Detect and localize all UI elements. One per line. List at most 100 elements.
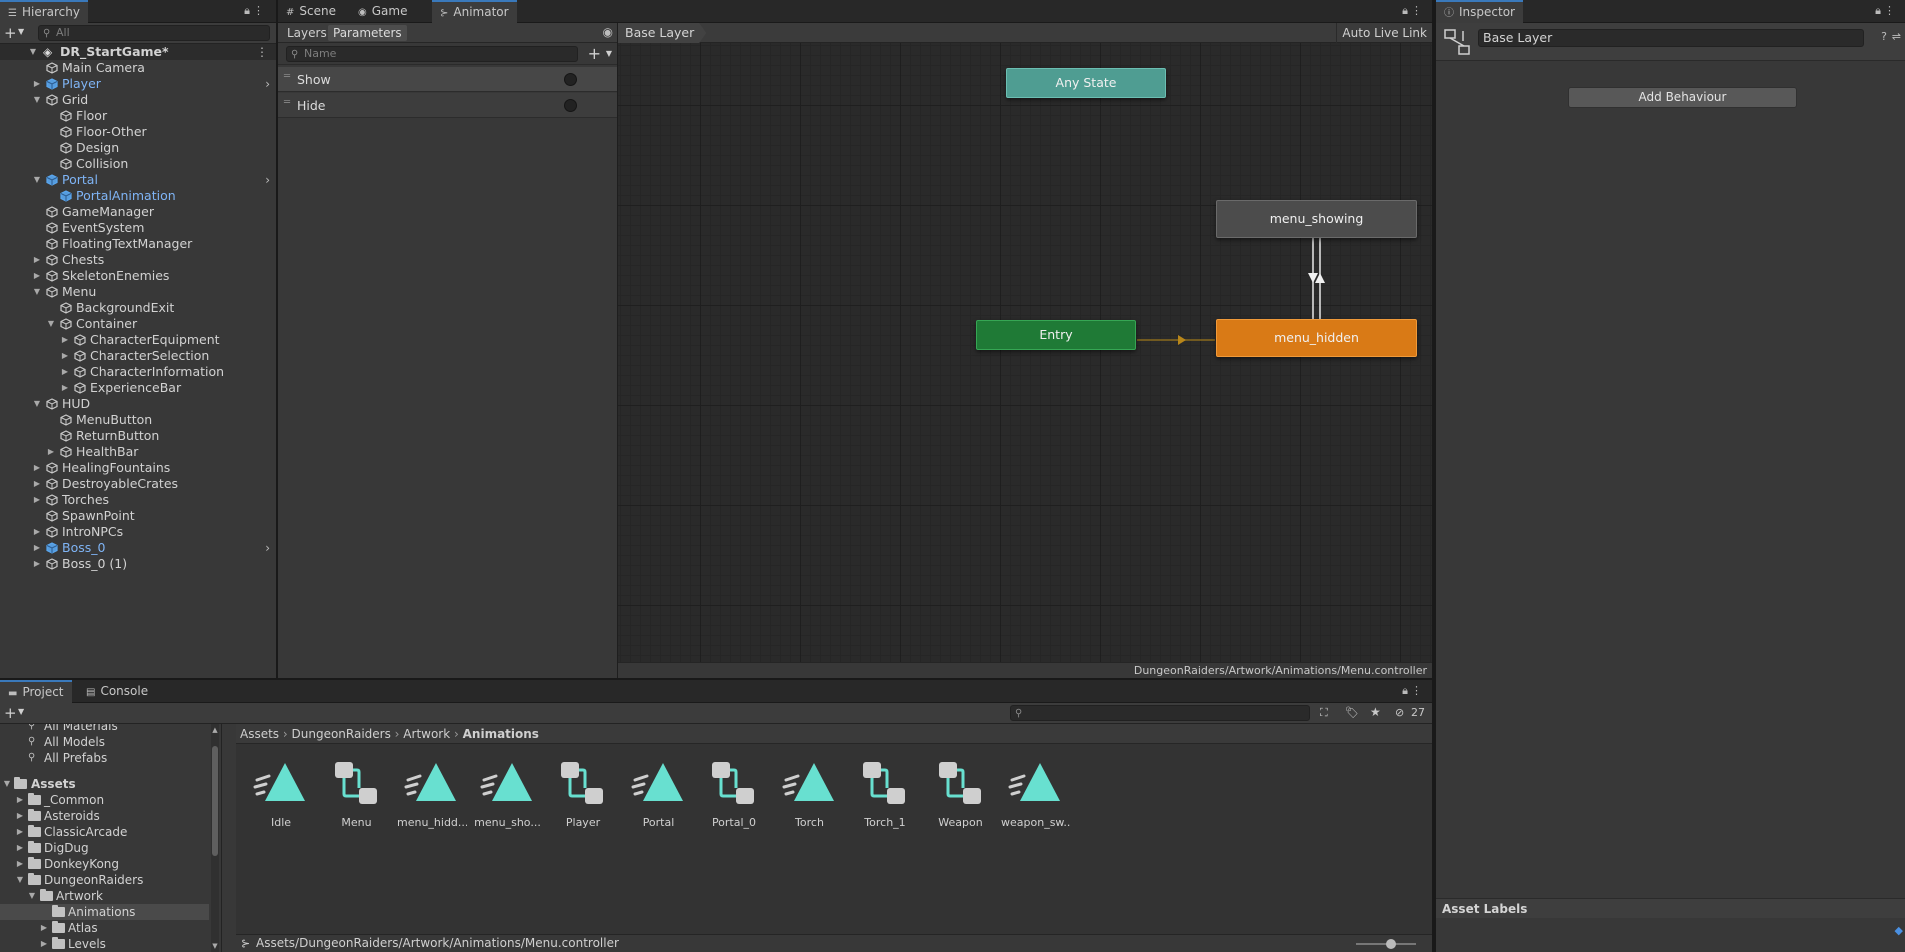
add-behaviour-button[interactable]: Add Behaviour [1568,87,1797,108]
animator-graph[interactable]: Base Layer Auto Live Link Any State menu… [618,23,1432,678]
scene-row[interactable]: ▼ ◈ DR_StartGame* ⋮ [0,44,276,60]
collapsed-arrow-icon[interactable]: ▶ [15,840,25,856]
expand-arrow-icon[interactable]: ▼ [28,44,38,60]
collapsed-arrow-icon[interactable]: ▶ [32,268,42,284]
hierarchy-item[interactable]: ▶ HealingFountains [0,460,276,476]
add-parameter-button[interactable]: + [588,44,601,63]
animator-controller-asset[interactable]: Portal_0 [699,760,769,832]
hierarchy-item[interactable]: ▶ Boss_0 › [0,540,276,556]
lock-icon[interactable]: 🔒︎ [244,4,250,18]
node-any-state[interactable]: Any State [1006,68,1166,98]
hierarchy-item[interactable]: Main Camera [0,60,276,76]
tag-icon[interactable]: ◆ [1895,924,1903,937]
hierarchy-item[interactable]: ▼ Container [0,316,276,332]
project-folder-item[interactable]: ▶ _Common [0,792,221,808]
hierarchy-item[interactable]: ▶ HealthBar [0,444,276,460]
expanded-arrow-icon[interactable]: ▼ [27,888,37,904]
project-folder-item[interactable]: ▼ Artwork [0,888,221,904]
project-folder-item[interactable]: ▶ Levels [0,936,221,952]
collapsed-arrow-icon[interactable]: ▶ [46,444,56,460]
filter-by-label-icon[interactable]: 🏷︎ [1345,706,1359,719]
hierarchy-item[interactable]: ▶ ExperienceBar [0,380,276,396]
expanded-arrow-icon[interactable]: ▼ [32,172,42,188]
tab-hierarchy[interactable]: ☰ Hierarchy [0,0,88,23]
collapsed-arrow-icon[interactable]: ▶ [60,364,70,380]
breadcrumb-item[interactable]: Assets [240,727,279,741]
hierarchy-item[interactable]: ReturnButton [0,428,276,444]
breadcrumb-item[interactable]: Artwork [403,727,450,741]
project-folder-item[interactable]: ▶ DonkeyKong [0,856,221,872]
animation-clip-asset[interactable]: menu_sho... [473,760,543,832]
expand-arrow-icon[interactable]: ▼ [2,776,12,792]
collapsed-arrow-icon[interactable]: ▶ [39,936,49,952]
collapsed-arrow-icon[interactable]: ▶ [60,380,70,396]
hierarchy-item[interactable]: ▶ CharacterInformation [0,364,276,380]
animator-controller-asset[interactable]: Torch_1 [850,760,920,832]
animation-clip-asset[interactable]: menu_hidd... [397,760,467,832]
hidden-packages-icon[interactable]: ⊘ [1395,706,1404,719]
tab-game[interactable]: ◉ Game [350,0,415,23]
hierarchy-item[interactable]: BackgroundExit [0,300,276,316]
chevron-down-icon[interactable]: ▼ [18,707,24,716]
lock-icon[interactable]: 🔒︎ [1402,684,1408,698]
hierarchy-item[interactable]: Floor [0,108,276,124]
tab-layers[interactable]: Layers [282,25,332,41]
hierarchy-item[interactable]: ▶ CharacterSelection [0,348,276,364]
parameter-row[interactable]: ═ Hide [278,93,617,118]
favorite-item[interactable]: ⚲ All Materials [0,724,221,734]
collapsed-arrow-icon[interactable]: ▶ [32,492,42,508]
collapsed-arrow-icon[interactable]: ▶ [15,824,25,840]
expanded-arrow-icon[interactable]: ▼ [32,284,42,300]
animator-controller-asset[interactable]: Player [548,760,618,832]
drag-handle-icon[interactable]: ═ [284,71,290,82]
animator-controller-asset[interactable]: Weapon [926,760,996,832]
add-icon[interactable]: + [4,24,17,42]
hierarchy-item[interactable]: ▶ Boss_0 (1) [0,556,276,572]
animation-clip-asset[interactable]: weapon_sw... [1001,760,1071,832]
favorite-item[interactable]: ⚲ All Prefabs [0,750,221,766]
tab-parameters[interactable]: Parameters [328,25,407,41]
animation-clip-asset[interactable]: Idle [246,760,316,832]
tab-animator[interactable]: ⊱ Animator [432,0,517,23]
collapsed-arrow-icon[interactable]: ▶ [32,540,42,556]
open-prefab-chevron-icon[interactable]: › [265,540,270,556]
animation-clip-asset[interactable]: Portal [624,760,694,832]
open-prefab-chevron-icon[interactable]: › [265,172,270,188]
hierarchy-item[interactable]: ▶ Chests [0,252,276,268]
collapsed-arrow-icon[interactable]: ▶ [32,76,42,92]
project-folder-item[interactable]: ▶ DigDug [0,840,221,856]
drag-handle-icon[interactable]: ═ [284,97,290,108]
open-prefab-chevron-icon[interactable]: › [265,76,270,92]
folder-scrollbar[interactable]: ▲ ▼ [211,724,219,952]
project-folder-item[interactable]: ▶ ClassicArcade [0,824,221,840]
scroll-down-arrow[interactable]: ▼ [211,942,219,950]
scroll-thumb[interactable] [212,746,218,856]
expanded-arrow-icon[interactable]: ▼ [32,92,42,108]
expanded-arrow-icon[interactable]: ▼ [15,872,25,888]
hierarchy-item[interactable]: ▶ IntroNPCs [0,524,276,540]
collapsed-arrow-icon[interactable]: ▶ [32,460,42,476]
help-icon[interactable]: ? [1881,30,1887,43]
tab-inspector[interactable]: ⓘ Inspector [1436,0,1523,23]
kebab-menu-icon[interactable]: ⋮ [1884,4,1895,17]
favorite-item[interactable]: ⚲ All Models [0,734,221,750]
hierarchy-item[interactable]: GameManager [0,204,276,220]
hierarchy-item[interactable]: ▼ Menu [0,284,276,300]
hierarchy-item[interactable]: ▼ Portal › [0,172,276,188]
hierarchy-item[interactable]: EventSystem [0,220,276,236]
hierarchy-item[interactable]: ▼ HUD [0,396,276,412]
eye-icon[interactable]: ◉ [603,25,613,39]
collapsed-arrow-icon[interactable]: ▶ [60,332,70,348]
kebab-menu-icon[interactable]: ⋮ [1411,4,1422,17]
expanded-arrow-icon[interactable]: ▼ [32,396,42,412]
collapsed-arrow-icon[interactable]: ▶ [32,524,42,540]
collapsed-arrow-icon[interactable]: ▶ [60,348,70,364]
project-folder-item[interactable]: ▶ Asteroids [0,808,221,824]
collapsed-arrow-icon[interactable]: ▶ [15,808,25,824]
chevron-down-icon[interactable]: ▼ [18,27,24,36]
hierarchy-item[interactable]: ▶ SkeletonEnemies [0,268,276,284]
collapsed-arrow-icon[interactable]: ▶ [32,476,42,492]
tab-scene[interactable]: # Scene [278,0,344,23]
favorite-star-icon[interactable]: ★ [1370,705,1381,719]
settings-sliders-icon[interactable]: ⇌ [1892,30,1901,43]
